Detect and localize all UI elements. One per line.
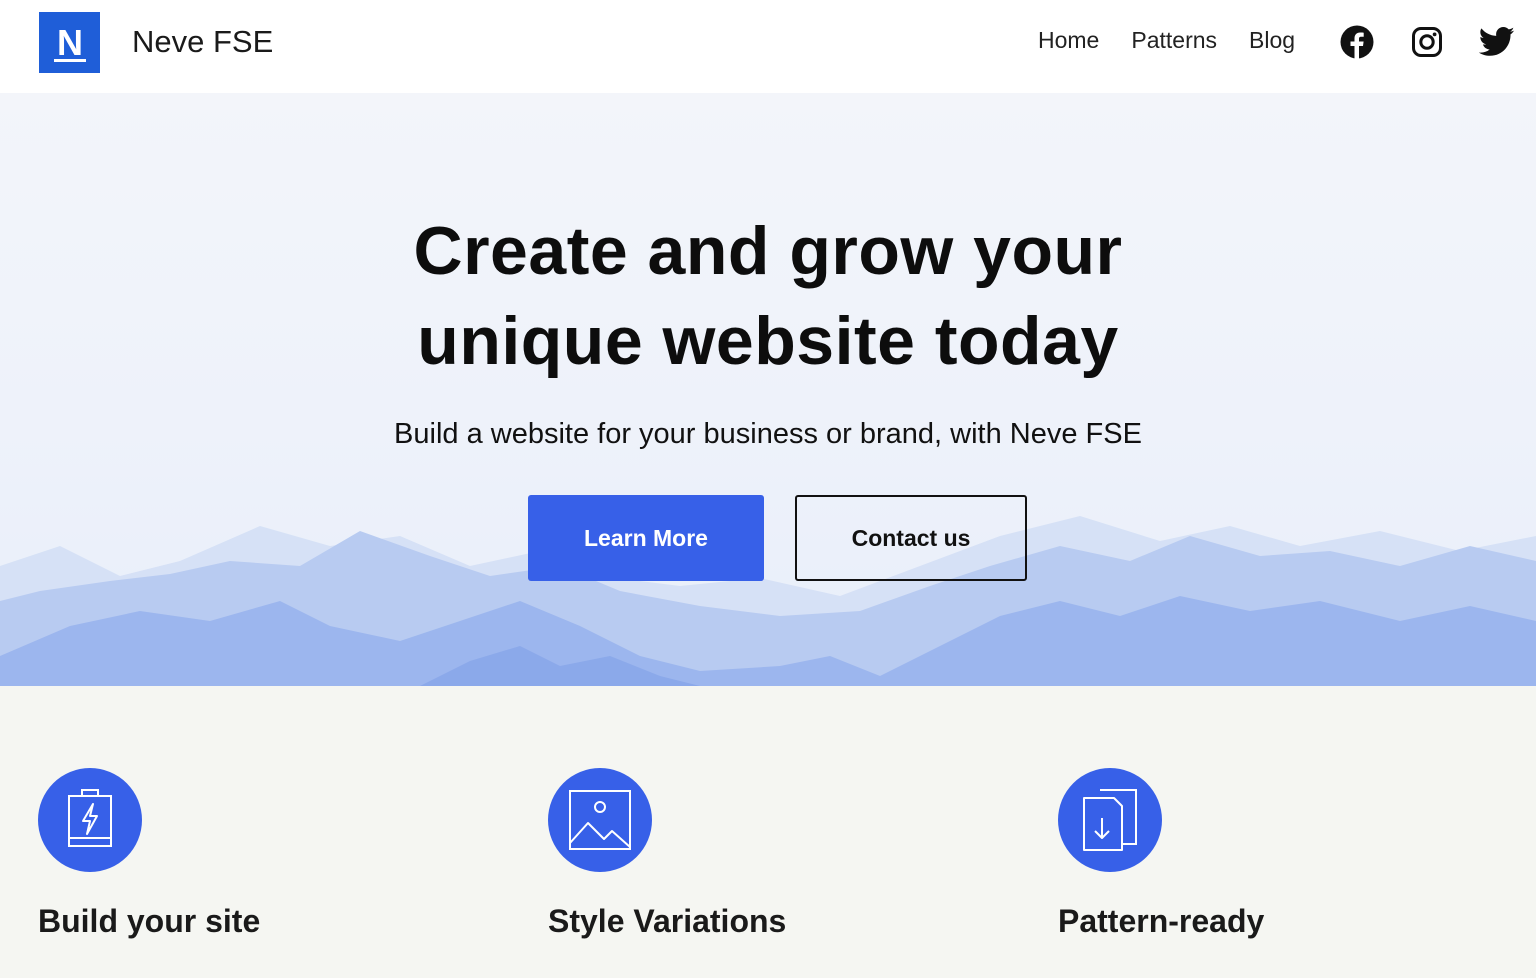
feature-item-pattern: Pattern-ready xyxy=(1058,768,1264,940)
site-title[interactable]: Neve FSE xyxy=(132,24,273,60)
feature-title: Build your site xyxy=(38,903,261,939)
hero-heading-line-2: unique website today xyxy=(417,303,1119,379)
feature-title: Style Variations xyxy=(548,903,787,939)
hero-heading: Create and grow your unique website toda… xyxy=(0,206,1536,386)
feature-icon-circle xyxy=(548,768,652,872)
feature-icon-circle xyxy=(38,768,142,872)
feature-item-build: Build your site xyxy=(38,768,260,940)
twitter-icon[interactable] xyxy=(1479,24,1515,60)
nav-item-home[interactable]: Home xyxy=(1038,27,1099,54)
site-header: N Neve FSE Home Patterns Blog xyxy=(0,0,1536,93)
main-nav: Home Patterns Blog xyxy=(1038,27,1295,54)
contact-us-button[interactable]: Contact us xyxy=(795,495,1027,581)
image-icon xyxy=(569,790,631,850)
mountains-illustration xyxy=(0,516,1536,686)
feature-item-style: Style Variations xyxy=(548,768,786,940)
hero-section: Create and grow your unique website toda… xyxy=(0,93,1536,686)
site-logo[interactable]: N xyxy=(39,12,100,73)
nav-item-patterns[interactable]: Patterns xyxy=(1131,27,1217,54)
documents-download-icon xyxy=(1083,789,1137,851)
svg-text:N: N xyxy=(57,22,83,63)
nav-item-blog[interactable]: Blog xyxy=(1249,27,1295,54)
feature-icon-circle xyxy=(1058,768,1162,872)
logo-n-icon: N xyxy=(53,22,86,63)
features-section: Build your site Style Variations Pattern… xyxy=(0,686,1536,978)
feature-title: Pattern-ready xyxy=(1058,903,1265,939)
battery-bolt-icon xyxy=(68,789,112,847)
hero-heading-line-1: Create and grow your xyxy=(413,213,1123,289)
hero-subheading: Build a website for your business or bra… xyxy=(394,418,1142,450)
instagram-icon[interactable] xyxy=(1409,24,1445,60)
facebook-icon[interactable] xyxy=(1339,24,1375,60)
learn-more-button[interactable]: Learn More xyxy=(528,495,764,581)
